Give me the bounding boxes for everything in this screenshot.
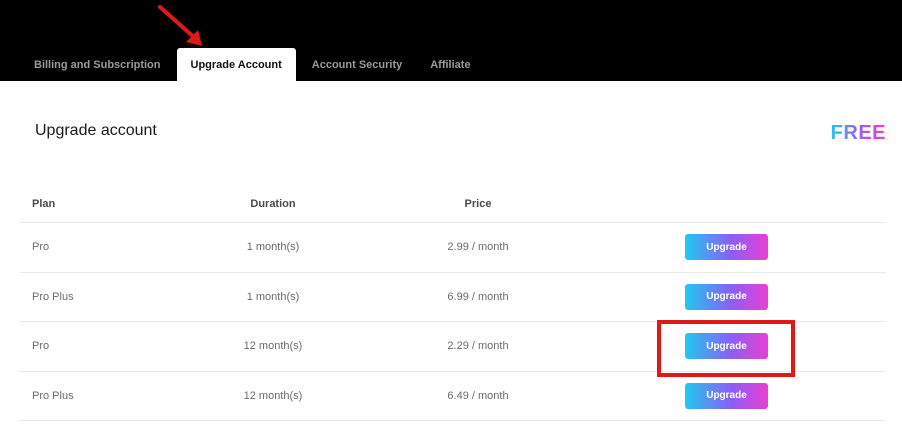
plan-cell: Pro Plus bbox=[32, 389, 74, 402]
annotation-arrow-icon bbox=[158, 5, 202, 46]
duration-cell: 12 month(s) bbox=[243, 340, 303, 353]
tab-bar: Billing and Subscription Upgrade Account… bbox=[20, 48, 485, 81]
plan-cell: Pro bbox=[32, 340, 50, 353]
upgrade-button[interactable]: Upgrade bbox=[685, 234, 768, 261]
tab-affiliate[interactable]: Affiliate bbox=[416, 48, 484, 81]
table-header-row: Plan Duration Price bbox=[20, 186, 886, 223]
tab-upgrade-account[interactable]: Upgrade Account bbox=[176, 48, 296, 81]
current-plan-badge: FREE bbox=[830, 122, 886, 144]
top-bar: Billing and Subscription Upgrade Account… bbox=[0, 0, 902, 81]
table-row: Pro 1 month(s) 2.99 / month Upgrade bbox=[20, 223, 886, 273]
plan-cell: Pro bbox=[32, 241, 50, 254]
upgrade-button[interactable]: Upgrade bbox=[685, 283, 768, 310]
table-row: Pro Plus 1 month(s) 6.99 / month Upgrade bbox=[20, 273, 886, 322]
plan-cell: Pro Plus bbox=[32, 290, 74, 303]
price-cell: 2.99 / month bbox=[447, 241, 509, 254]
duration-cell: 1 month(s) bbox=[246, 290, 300, 303]
tab-billing-and-subscription[interactable]: Billing and Subscription bbox=[20, 48, 175, 81]
upgrade-button[interactable]: Upgrade bbox=[685, 382, 768, 409]
price-cell: 6.99 / month bbox=[447, 290, 509, 303]
duration-cell: 12 month(s) bbox=[243, 389, 303, 402]
price-cell: 6.49 / month bbox=[447, 389, 509, 402]
action-cell: Upgrade bbox=[685, 372, 768, 421]
column-header-plan: Plan bbox=[32, 198, 56, 210]
page-title: Upgrade account bbox=[35, 122, 157, 139]
action-cell: Upgrade bbox=[685, 223, 768, 272]
table-row: Pro Plus 12 month(s) 6.49 / month Upgrad… bbox=[20, 372, 886, 421]
upgrade-plans-table: Plan Duration Price Pro 1 month(s) 2.99 … bbox=[20, 186, 886, 421]
column-header-price: Price bbox=[464, 198, 492, 210]
annotation-highlight-box bbox=[657, 320, 795, 377]
column-header-duration: Duration bbox=[250, 198, 296, 210]
action-cell: Upgrade bbox=[685, 273, 768, 322]
tab-account-security[interactable]: Account Security bbox=[298, 48, 416, 81]
duration-cell: 1 month(s) bbox=[246, 241, 300, 254]
price-cell: 2.29 / month bbox=[447, 340, 509, 353]
